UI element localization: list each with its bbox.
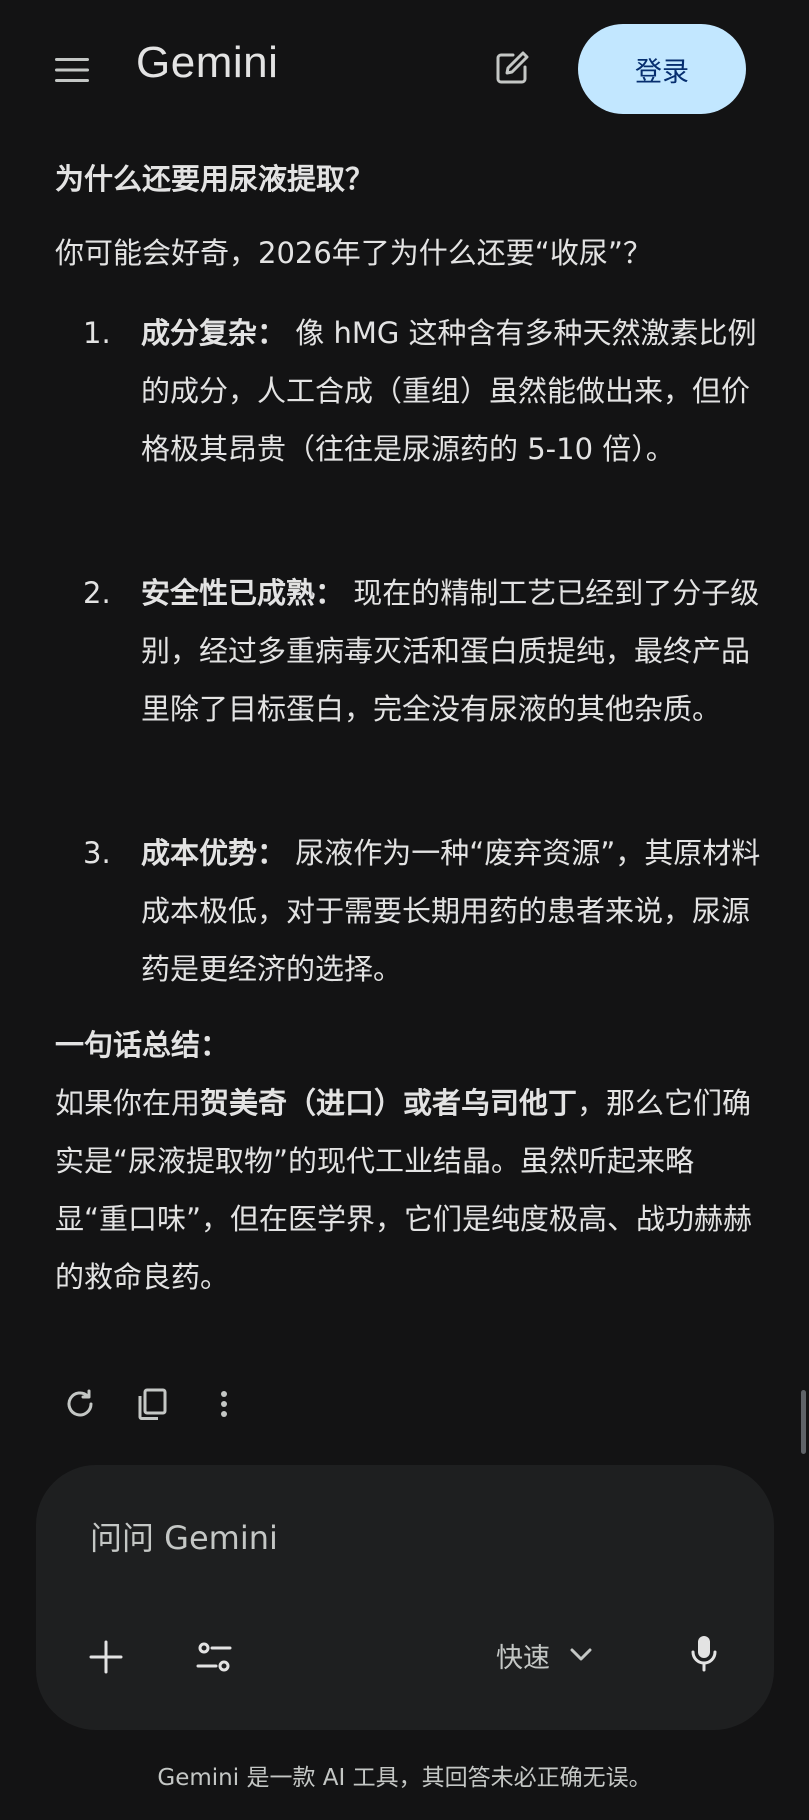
list-item: 1. 成分复杂： 像 hMG 这种含有多种天然激素比例的成分，人工合成（重组）虽…	[55, 304, 765, 544]
menu-icon	[55, 58, 89, 82]
more-options-button[interactable]	[200, 1380, 248, 1428]
copy-button[interactable]	[128, 1380, 176, 1428]
intro-paragraph: 你可能会好奇，2026年了为什么还要“收尿”？	[55, 236, 652, 270]
microphone-button[interactable]	[680, 1629, 728, 1677]
tune-icon	[196, 1642, 232, 1672]
login-button[interactable]: 登录	[578, 24, 746, 114]
regenerate-button[interactable]	[56, 1380, 104, 1428]
prompt-composer: 问问 Gemini 快速	[36, 1465, 774, 1730]
copy-icon	[138, 1388, 167, 1420]
list-item-body: 成分复杂： 像 hMG 这种含有多种天然激素比例的成分，人工合成（重组）虽然能做…	[141, 304, 761, 478]
list-item-label: 安全性已成熟：	[141, 576, 345, 610]
chevron-down-icon	[570, 1648, 592, 1661]
list-item-body: 安全性已成熟： 现在的精制工艺已经到了分子级别，经过多重病毒灭活和蛋白质提纯，最…	[141, 564, 761, 738]
summary-block: 一句话总结： 如果你在用贺美奇（进口）或者乌司他丁，那么它们确实是“尿液提取物”…	[55, 1016, 765, 1306]
add-attachment-button[interactable]	[84, 1635, 128, 1679]
mode-label: 快速	[496, 1642, 550, 1674]
summary-bold-text: 贺美奇（进口）或者乌司他丁	[200, 1086, 578, 1120]
scrollbar[interactable]	[801, 1390, 806, 1454]
footer-disclaimer: Gemini 是一款 AI 工具，其回答未必正确无误。	[157, 1765, 652, 1791]
list-item-label: 成分复杂：	[141, 316, 287, 350]
list-item-label: 成本优势：	[141, 836, 287, 870]
summary-text: 如果你在用	[55, 1086, 201, 1120]
tools-button[interactable]	[192, 1635, 236, 1679]
section-heading: 为什么还要用尿液提取？	[55, 162, 375, 196]
menu-button[interactable]	[50, 48, 94, 92]
refresh-icon	[67, 1389, 93, 1417]
summary-title: 一句话总结：	[55, 1028, 230, 1062]
app-title: Gemini	[136, 38, 279, 87]
list-item: 2. 安全性已成熟： 现在的精制工艺已经到了分子级别，经过多重病毒灭活和蛋白质提…	[55, 564, 765, 804]
list-number: 2.	[83, 576, 111, 610]
list-number: 3.	[83, 836, 111, 870]
more-vert-icon	[221, 1391, 227, 1417]
edit-icon	[496, 51, 529, 84]
list-item: 3. 成本优势： 尿液作为一种“废弃资源”，其原材料成本极低，对于需要长期用药的…	[55, 824, 765, 1004]
prompt-input[interactable]: 问问 Gemini	[90, 1513, 278, 1559]
new-chat-button[interactable]	[488, 44, 536, 92]
microphone-icon	[691, 1636, 717, 1672]
mode-selector[interactable]: 快速	[496, 1625, 592, 1685]
top-app-bar: Gemini 登录	[0, 0, 809, 140]
list-item-body: 成本优势： 尿液作为一种“废弃资源”，其原材料成本极低，对于需要长期用药的患者来…	[141, 824, 761, 998]
plus-icon	[89, 1640, 123, 1674]
response-actions	[56, 1374, 272, 1434]
list-number: 1.	[83, 316, 111, 350]
